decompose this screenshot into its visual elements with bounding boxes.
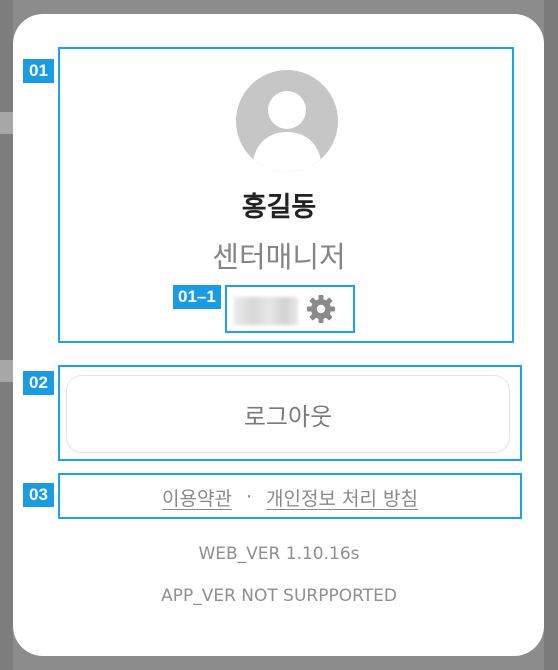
annotation-tag-01-1: 01–1 — [173, 285, 221, 309]
background-bar — [0, 112, 13, 134]
annotation-tag-01: 01 — [23, 59, 54, 83]
annotation-box-01-1 — [225, 285, 355, 333]
annotation-box-03 — [58, 473, 522, 519]
annotation-tag-03: 03 — [23, 483, 54, 507]
annotation-box-02 — [58, 365, 522, 461]
annotation-tag-02: 02 — [23, 371, 54, 395]
app-version: APP_VER NOT SURPPORTED — [161, 586, 397, 606]
background-right — [544, 0, 558, 670]
web-version: WEB_VER 1.10.16s — [198, 544, 360, 564]
background-bar — [0, 360, 13, 382]
background-left — [0, 0, 13, 670]
